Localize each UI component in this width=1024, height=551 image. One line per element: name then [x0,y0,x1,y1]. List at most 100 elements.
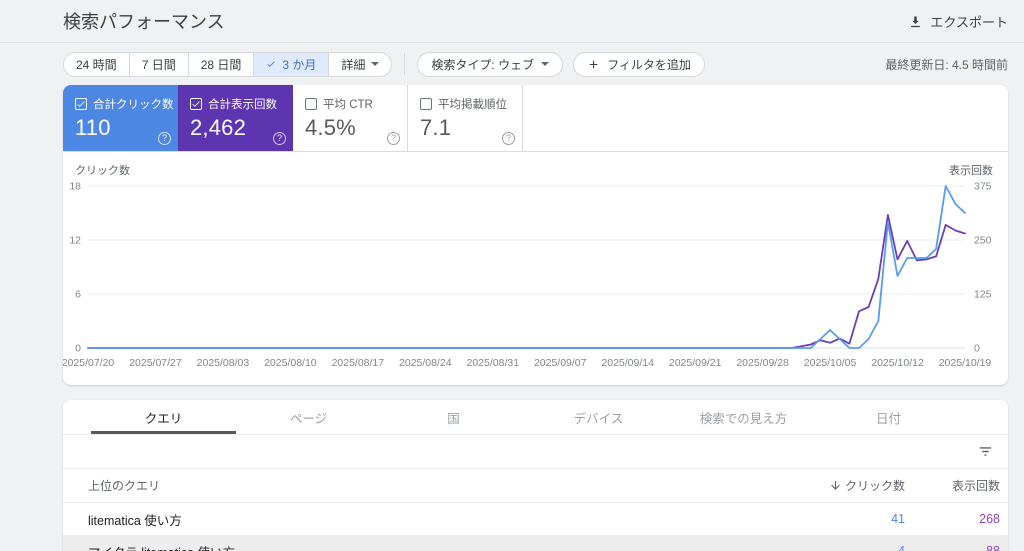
clicks-cell: 41 [891,512,905,526]
metric-checkbox[interactable] [190,98,202,110]
metric-card-top: 合計表示回数 [190,96,293,112]
divider [404,53,406,75]
tab-5[interactable]: 日付 [816,400,961,434]
help-icon[interactable]: ? [273,132,286,145]
help-icon[interactable]: ? [502,132,515,145]
date-range-label: 28 日間 [200,57,242,72]
series-line-impressions [87,214,966,349]
metric-label: 平均掲載順位 [438,99,507,111]
table-row[interactable]: litematica 使い方 41 268 [63,503,1008,536]
x-axis-tick: 2025/08/31 [466,357,519,369]
metric-card-top: 合計クリック数 [75,96,178,112]
x-axis-tick: 2025/10/05 [804,357,857,369]
x-axis-tick: 2025/08/17 [332,357,385,369]
tab-0[interactable]: クエリ [91,400,236,434]
table-filter-row [63,435,1008,469]
x-axis-tick: 2025/09/21 [669,357,722,369]
dimension-tabs: クエリ ページ国デバイス 検索での見え方 日付 [63,400,1008,435]
export-button[interactable]: エクスポート [908,12,1008,31]
x-axis-tick: 2025/09/07 [534,357,587,369]
help-icon[interactable]: ? [387,132,400,145]
metric-cards-row: 合計クリック数 110? 合計表示回数 2,462? 平均 CTR 4.5%? 平均掲載順位… [63,85,1008,152]
date-range-label: 24 時間 [76,57,117,72]
date-range-group: 24 時間 7 日間 28 日間 3 か月 詳細 [63,51,393,77]
left-axis-tick: 12 [69,235,81,247]
impressions-column-header[interactable]: 表示回数 [905,477,1000,494]
x-axis-tick: 2025/07/27 [129,357,182,369]
x-axis-tick: 2025/10/19 [939,357,992,369]
metric-label: 合計クリック数 [93,99,174,111]
query-cell[interactable]: litematica 使い方 [88,510,800,529]
clicks-header-label: クリック数 [844,479,905,493]
metric-checkbox[interactable] [305,98,317,110]
last-updated-text: 最終更新日: 4.5 時間前 [885,57,1008,72]
metric-card-2[interactable]: 平均 CTR 4.5%? [293,85,408,151]
right-axis-tick: 0 [974,343,980,355]
date-range-option-0[interactable]: 24 時間 [64,53,129,76]
time-series-chart: 0 6 12 18 0 125 250 375 クリック数 表示回数 2025/07/20 2025/… [63,152,1008,385]
x-axis-tick: 2025/09/14 [601,357,654,369]
date-range-option-4[interactable]: 詳細 [328,52,391,76]
add-filter-button[interactable]: フィルタを追加 [573,51,705,77]
search-type-label: 検索タイプ: ウェブ [431,57,535,72]
filter-bar: 24 時間 7 日間 28 日間 3 か月 詳細 検索タイプ: ウェブ フィルタを追加 … [0,43,1024,85]
right-axis-tick: 375 [974,181,992,193]
tab-2[interactable]: 国 [381,400,526,434]
search-performance-page: 検索パフォーマンス エクスポート 24 時間 7 日間 28 日間 3 か月 詳細 検索… [0,0,1024,551]
filter-list-icon[interactable] [977,443,994,460]
left-axis-tick: 0 [75,343,81,355]
right-axis-tick: 250 [974,235,992,247]
metric-card-top: 平均掲載順位 [420,96,522,112]
dimensions-table-card: クエリ ページ国デバイス 検索での見え方 日付 上位のクエリ クリック数 表示回数 l… [63,400,1008,551]
metric-card-top: 平均 CTR [305,96,407,112]
tab-3[interactable]: デバイス [526,400,671,434]
query-column-header[interactable]: 上位のクエリ [88,477,800,494]
date-range-label: 7 日間 [141,57,176,72]
search-type-button[interactable]: 検索タイプ: ウェブ [417,51,564,77]
date-range-option-1[interactable]: 7 日間 [128,52,188,76]
export-label: エクスポート [930,14,1008,30]
impressions-cell: 88 [986,544,1000,551]
download-icon [908,14,923,29]
x-axis-tick: 2025/08/10 [264,357,317,369]
metric-card-1[interactable]: 合計表示回数 2,462? [178,85,293,151]
metric-label: 平均 CTR [323,99,373,111]
metric-checkbox[interactable] [75,98,87,110]
clicks-column-header[interactable]: クリック数 [800,477,905,494]
left-axis-tick: 18 [69,181,81,193]
series-line-clicks [87,185,966,349]
x-axis-tick: 2025/10/12 [871,357,924,369]
impressions-cell: 268 [979,512,1000,526]
tab-4[interactable]: 検索での見え方 [671,400,816,434]
clicks-cell: 4 [898,544,905,551]
query-cell[interactable]: マイクラ litematica 使い方 [88,542,800,551]
check-icon [266,59,276,69]
plus-icon [587,58,600,71]
right-axis-title: 表示回数 [949,163,993,177]
table-row[interactable]: マイクラ litematica 使い方 4 88 [63,536,1008,551]
tab-1[interactable]: ページ [236,400,381,434]
metric-checkbox[interactable] [420,98,432,110]
chevron-down-icon [541,62,550,66]
date-range-option-2[interactable]: 28 日間 [187,52,254,76]
page-title: 検索パフォーマンス [63,12,225,32]
performance-chart-card: 合計クリック数 110? 合計表示回数 2,462? 平均 CTR 4.5%? 平均掲載順位… [63,85,1008,385]
left-axis-tick: 6 [75,289,81,301]
add-filter-label: フィルタを追加 [607,57,691,72]
performance-chart[interactable]: 0 6 12 18 0 125 250 375 クリック数 表示回数 2025/07/20 2025/… [63,152,1008,385]
x-axis-tick: 2025/08/03 [197,357,250,369]
help-icon[interactable]: ? [158,132,171,145]
x-axis-tick: 2025/09/28 [736,357,789,369]
date-range-option-3[interactable]: 3 か月 [253,52,329,76]
metric-label: 合計表示回数 [208,99,277,111]
date-range-label: 3 か月 [282,57,317,72]
metric-card-3[interactable]: 平均掲載順位 7.1? [408,85,523,151]
table-body: litematica 使い方 41 268 マイクラ litematica 使い方 4 8… [63,503,1008,551]
x-axis-tick: 2025/08/24 [399,357,452,369]
metric-card-0[interactable]: 合計クリック数 110? [63,85,178,151]
x-axis-tick: 2025/07/20 [63,357,114,369]
chevron-down-icon [371,62,380,66]
table-header: 上位のクエリ クリック数 表示回数 [63,469,1008,503]
date-range-label: 詳細 [341,57,366,72]
right-axis-tick: 125 [974,289,992,301]
